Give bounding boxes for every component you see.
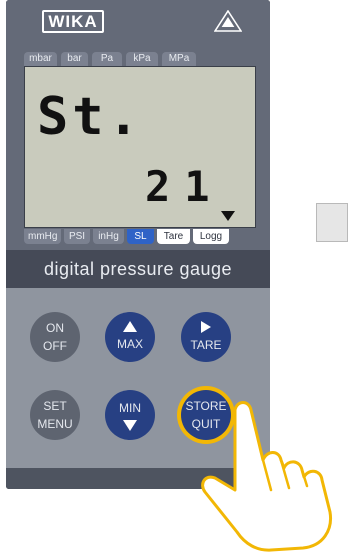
max-button[interactable]: MAX	[105, 312, 155, 362]
unit-tab-logg: Logg	[193, 229, 229, 244]
min-button[interactable]: MIN	[105, 390, 155, 440]
side-placeholder-box	[316, 203, 348, 242]
menu-label: MENU	[37, 417, 73, 431]
display-sub-value: 21	[145, 162, 224, 211]
unit-tab-mmhg: mmHg	[24, 229, 61, 244]
unit-tab-tare: Tare	[157, 229, 190, 244]
set-label: SET	[43, 399, 67, 413]
triangle-logo-icon	[214, 10, 242, 32]
device-top-panel: WIKA mbar bar Pa kPa MPa St. 21 mmHg PSI…	[6, 0, 270, 250]
lcd-display: St. 21	[24, 66, 256, 228]
on-off-label-2: OFF	[43, 339, 67, 353]
display-main-text: St.	[37, 87, 143, 147]
tare-button[interactable]: TARE	[181, 312, 231, 362]
wika-logo: WIKA	[42, 10, 104, 33]
unit-tab-mpa: MPa	[162, 52, 196, 66]
unit-tab-psi: PSI	[64, 229, 90, 244]
pointing-hand-icon	[201, 401, 333, 552]
unit-tab-bar: bar	[61, 52, 88, 66]
arrow-down-icon	[123, 420, 137, 431]
unit-tabs-bottom: mmHg PSI inHg SL Tare Logg	[24, 229, 229, 244]
max-label: MAX	[116, 337, 143, 351]
on-off-label-1: ON	[46, 321, 64, 335]
down-arrow-indicator-icon	[221, 211, 235, 221]
unit-tab-inhg: inHg	[93, 229, 124, 244]
unit-tab-kpa: kPa	[126, 52, 158, 66]
tare-label: TARE	[190, 337, 222, 352]
unit-tab-pa: Pa	[92, 52, 122, 66]
device-banner: digital pressure gauge	[6, 250, 270, 288]
on-off-button[interactable]: ON OFF	[30, 312, 80, 362]
set-menu-button[interactable]: SET MENU	[30, 390, 80, 440]
arrow-right-icon	[201, 320, 211, 333]
unit-tab-mbar: mbar	[24, 52, 57, 66]
min-label: MIN	[119, 401, 141, 415]
unit-tabs-top: mbar bar Pa kPa MPa	[24, 52, 196, 66]
arrow-up-icon	[123, 321, 137, 332]
unit-tab-sl: SL	[127, 229, 154, 244]
